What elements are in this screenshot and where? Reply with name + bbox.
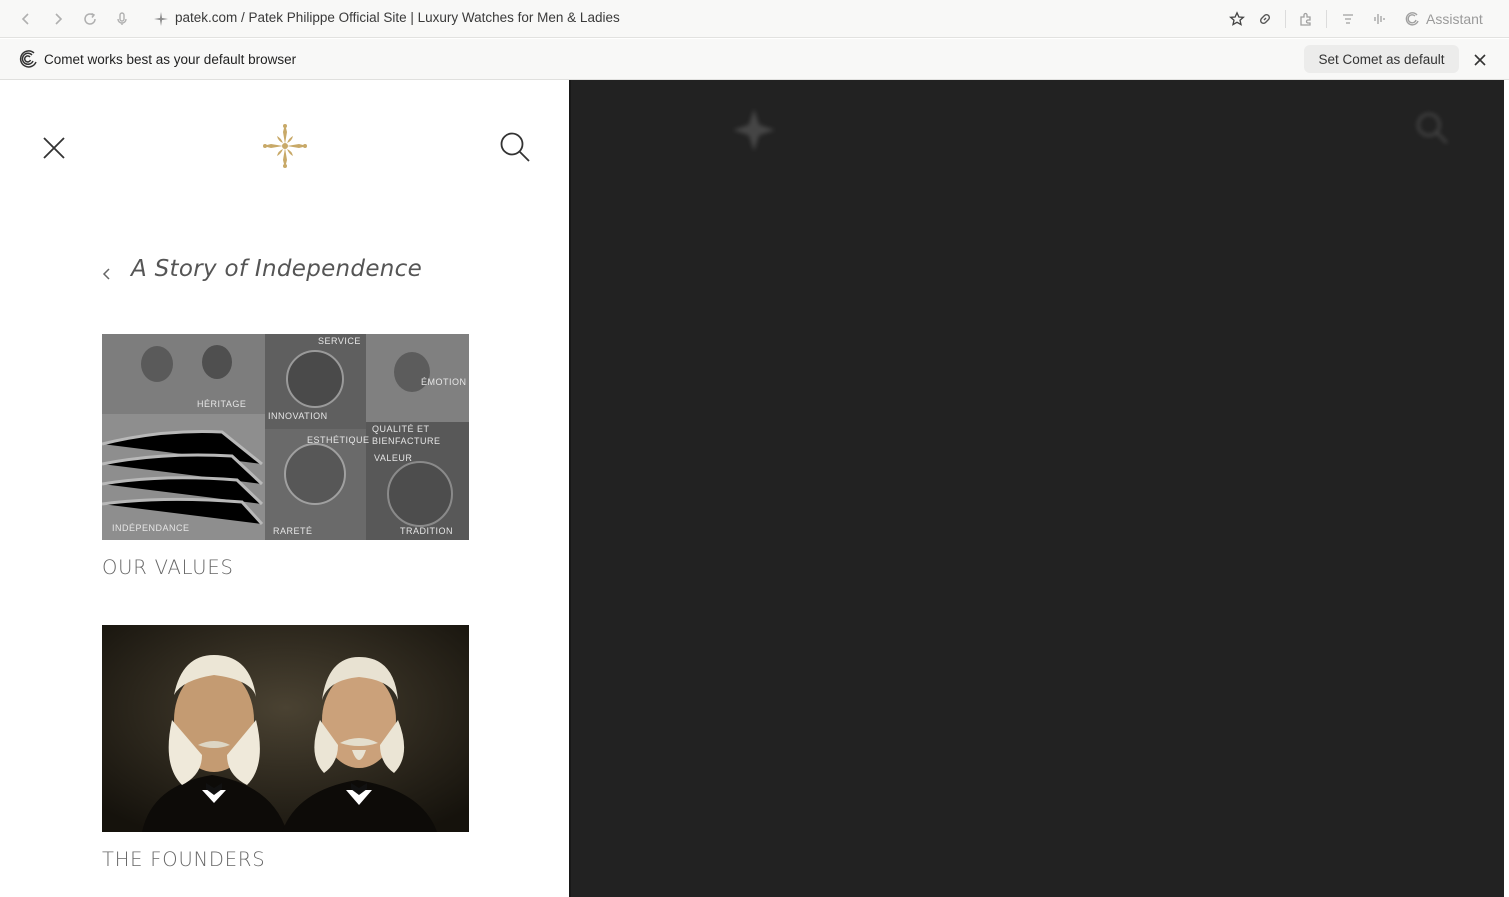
reload-icon[interactable] [80, 9, 100, 29]
collage-word: QUALITÉ ET [372, 424, 430, 434]
back-chevron-icon[interactable] [100, 265, 114, 283]
toolbar-separator [1326, 10, 1327, 28]
voice-icon[interactable] [1370, 9, 1390, 29]
our-values-image[interactable]: HÉRITAGE SERVICE ÉMOTION INNOVATION ESTH… [102, 334, 469, 540]
assistant-button[interactable]: Assistant [1404, 9, 1483, 29]
assistant-icon [1405, 12, 1419, 26]
collage-word: INNOVATION [268, 411, 328, 421]
set-default-button[interactable]: Set Comet as default [1304, 45, 1459, 73]
dimmed-search-icon [1416, 112, 1448, 144]
collage-word: BIENFACTURE [372, 436, 441, 446]
browser-toolbar: patek.com / Patek Philippe Official Site… [0, 0, 1509, 38]
close-icon[interactable] [1470, 50, 1490, 70]
address-bar[interactable]: patek.com / Patek Philippe Official Site… [175, 10, 620, 25]
page-overlay[interactable] [569, 80, 1504, 897]
comet-logo-icon [19, 50, 37, 68]
our-values-link[interactable]: OUR VALUES [102, 556, 234, 579]
toolbar-separator [1285, 10, 1286, 28]
collage-word: ÉMOTION [421, 377, 467, 387]
link-icon[interactable] [1255, 9, 1275, 29]
founders-image[interactable] [102, 625, 469, 832]
microphone-icon[interactable] [112, 9, 132, 29]
forward-icon[interactable] [48, 9, 68, 29]
section-title[interactable]: A Story of Independence [131, 256, 422, 282]
collage-word: RARETÉ [273, 526, 313, 536]
site-favicon-icon [154, 12, 168, 26]
collage-word: HÉRITAGE [197, 399, 246, 409]
reader-icon[interactable] [1338, 9, 1358, 29]
collage-word: INDÉPENDANCE [112, 523, 190, 533]
collage-word: SERVICE [318, 336, 361, 346]
search-icon[interactable] [498, 130, 532, 164]
default-browser-infobar: Comet works best as your default browser… [0, 39, 1509, 80]
infobar-message: Comet works best as your default browser [44, 52, 297, 67]
page-edge [1504, 80, 1509, 897]
calatrava-cross-logo-icon[interactable] [262, 122, 308, 170]
dimmed-logo-icon [733, 109, 775, 151]
close-menu-icon[interactable] [40, 134, 68, 162]
collage-word: ESTHÉTIQUE [307, 435, 370, 445]
assistant-label: Assistant [1426, 11, 1483, 27]
extensions-icon[interactable] [1296, 9, 1316, 29]
collage-word: VALEUR [374, 453, 412, 463]
collage-word: TRADITION [400, 526, 453, 536]
bookmark-star-icon[interactable] [1227, 9, 1247, 29]
back-icon[interactable] [16, 9, 36, 29]
the-founders-link[interactable]: THE FOUNDERS [102, 848, 265, 871]
